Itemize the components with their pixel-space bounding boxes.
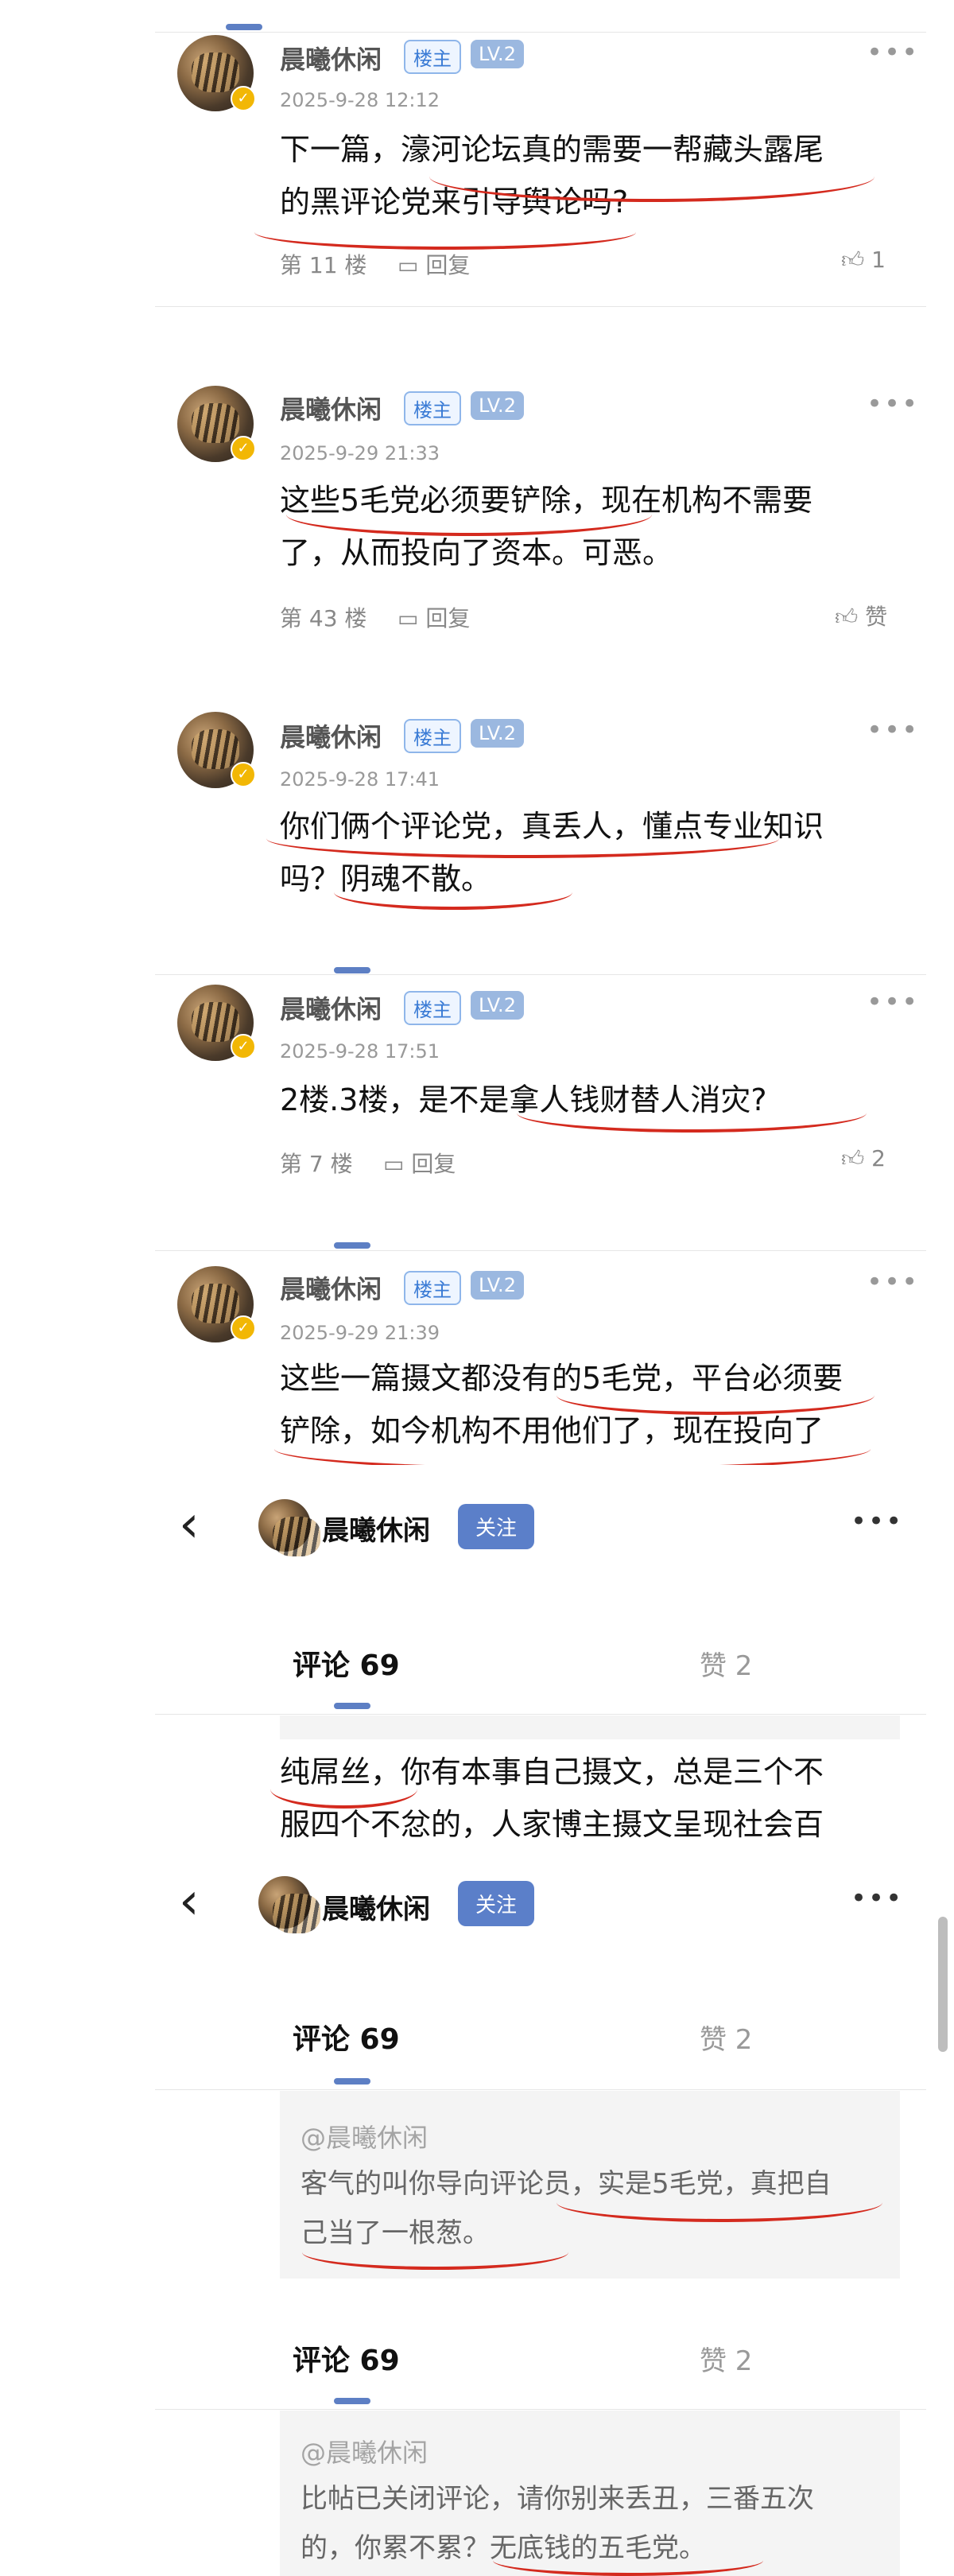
red-underline bbox=[270, 1770, 417, 1809]
thumb-up-icon: 👍︎ bbox=[841, 1145, 865, 1171]
reply-button[interactable]: ▭ 回复 bbox=[398, 601, 470, 633]
verified-badge-icon: ✓ bbox=[231, 1034, 256, 1059]
quote-username[interactable]: @晨曦休闲 bbox=[301, 2433, 428, 2469]
tab-indicator bbox=[334, 1703, 370, 1709]
host-tag: 楼主 bbox=[404, 991, 461, 1025]
red-underline bbox=[286, 493, 652, 536]
reply-button[interactable]: ▭ 回复 bbox=[383, 1147, 456, 1179]
tab-likes[interactable]: 赞 2 bbox=[700, 1644, 752, 1683]
like-button[interactable]: 👍︎ 2 bbox=[841, 1145, 886, 1172]
tab-likes[interactable]: 赞 2 bbox=[700, 2339, 752, 2378]
verified-badge-icon: ✓ bbox=[231, 86, 256, 111]
tab-comments[interactable]: 评论 69 bbox=[293, 2016, 400, 2057]
divider bbox=[155, 32, 926, 33]
verified-badge-icon: ✓ bbox=[231, 1315, 256, 1341]
comment-date: 2025-9-29 21:33 bbox=[280, 442, 440, 464]
red-underline bbox=[302, 2235, 568, 2270]
red-underline bbox=[266, 819, 779, 858]
verified-badge-icon: ✓ bbox=[231, 436, 256, 461]
level-badge: LV.2 bbox=[471, 1271, 524, 1300]
comment-icon: ▭ bbox=[398, 252, 419, 278]
header-username[interactable]: 晨曦休闲 bbox=[322, 1509, 430, 1548]
avatar[interactable] bbox=[258, 1876, 320, 1933]
username[interactable]: 晨曦休闲 bbox=[280, 390, 382, 426]
level-badge: LV.2 bbox=[471, 991, 524, 1020]
divider bbox=[155, 306, 926, 307]
comment-date: 2025-9-28 17:41 bbox=[280, 768, 440, 791]
username[interactable]: 晨曦休闲 bbox=[280, 989, 382, 1026]
red-underline bbox=[493, 2545, 763, 2576]
tab-indicator bbox=[334, 2398, 370, 2404]
more-icon[interactable]: ••• bbox=[867, 37, 919, 68]
more-icon[interactable]: ••• bbox=[851, 1506, 903, 1537]
more-icon[interactable]: ••• bbox=[867, 986, 919, 1018]
follow-button[interactable]: 关注 bbox=[458, 1504, 535, 1549]
tab-comments[interactable]: 评论 69 bbox=[293, 1642, 400, 1684]
divider bbox=[155, 974, 926, 975]
divider bbox=[155, 1250, 926, 1251]
nav-indicator bbox=[334, 1242, 370, 1249]
quote-strip bbox=[280, 1715, 900, 1739]
host-tag: 楼主 bbox=[404, 1271, 461, 1305]
detail-screen-2: ‹ 晨曦休闲 关注 ••• 评论 69 赞 2 @晨曦休闲 客气的叫你导向评论员… bbox=[0, 1865, 954, 2279]
red-underline bbox=[556, 2183, 882, 2222]
comment-card-5: ✓ 晨曦休闲 楼主 LV.2 ••• 2025-9-29 21:39 这些一篇摄… bbox=[0, 1257, 954, 1465]
more-icon[interactable]: ••• bbox=[867, 1266, 919, 1298]
like-button[interactable]: 👍︎ 1 bbox=[841, 247, 886, 274]
comment-date: 2025-9-28 17:51 bbox=[280, 1040, 440, 1063]
quote-username[interactable]: @晨曦休闲 bbox=[301, 2118, 428, 2154]
more-icon[interactable]: ••• bbox=[867, 388, 919, 420]
username[interactable]: 晨曦休闲 bbox=[280, 40, 382, 76]
comment-line: 了，从而投向了资本。可恶。 bbox=[280, 535, 673, 570]
quote-line: 比帖已关闭评论，请你别来丢丑，三番五次 bbox=[301, 2483, 814, 2515]
comment-icon: ▭ bbox=[398, 605, 419, 631]
avatar[interactable] bbox=[258, 1499, 320, 1556]
host-tag: 楼主 bbox=[404, 40, 461, 74]
level-badge: LV.2 bbox=[471, 391, 524, 420]
thumb-up-icon: 👍︎ bbox=[841, 247, 865, 273]
back-icon[interactable]: ‹ bbox=[179, 1499, 200, 1550]
more-icon[interactable]: ••• bbox=[851, 1882, 903, 1914]
red-underline bbox=[274, 1428, 871, 1465]
detail-screen-3: 评论 69 赞 2 @晨曦休闲 比帖已关闭评论，请你别来丢丑，三番五次 的，你累… bbox=[0, 2279, 954, 2576]
comment-icon: ▭ bbox=[383, 1151, 405, 1177]
floor-number: 第 43 楼 bbox=[280, 605, 367, 631]
scrollbar[interactable] bbox=[938, 1917, 948, 2052]
red-underline bbox=[556, 1376, 874, 1415]
tab-comments[interactable]: 评论 69 bbox=[293, 2337, 400, 2379]
level-badge: LV.2 bbox=[471, 40, 524, 68]
more-icon[interactable]: ••• bbox=[867, 714, 919, 746]
reply-button[interactable]: ▭ 回复 bbox=[398, 248, 470, 280]
divider bbox=[155, 2409, 926, 2410]
red-underline bbox=[254, 215, 636, 250]
follow-button[interactable]: 关注 bbox=[458, 1881, 535, 1926]
comment-date: 2025-9-28 12:12 bbox=[280, 89, 440, 111]
nav-indicator bbox=[226, 24, 262, 30]
host-tag: 楼主 bbox=[404, 391, 461, 425]
header-username[interactable]: 晨曦休闲 bbox=[322, 1887, 430, 1926]
floor-number: 第 7 楼 bbox=[280, 1151, 353, 1177]
host-tag: 楼主 bbox=[404, 719, 461, 753]
tab-likes[interactable]: 赞 2 bbox=[700, 2018, 752, 2057]
divider bbox=[155, 1714, 926, 1715]
verified-badge-icon: ✓ bbox=[231, 762, 256, 787]
username[interactable]: 晨曦休闲 bbox=[280, 1269, 382, 1306]
red-underline bbox=[517, 1094, 867, 1133]
level-badge: LV.2 bbox=[471, 719, 524, 748]
nav-indicator bbox=[334, 967, 370, 973]
detail-screen-1: ‹ 晨曦休闲 关注 ••• 评论 69 赞 2 纯屌丝，你有本事自己摄文，总是三… bbox=[0, 1491, 954, 1865]
username[interactable]: 晨曦休闲 bbox=[280, 717, 382, 754]
divider bbox=[155, 2089, 926, 2090]
red-underline bbox=[429, 151, 874, 202]
like-button[interactable]: 👍︎ 赞 bbox=[835, 600, 887, 631]
thumb-up-icon: 👍︎ bbox=[835, 604, 859, 630]
back-icon[interactable]: ‹ bbox=[179, 1876, 200, 1927]
red-underline bbox=[334, 875, 572, 910]
floor-number: 第 11 楼 bbox=[280, 252, 367, 278]
comment-date: 2025-9-29 21:39 bbox=[280, 1322, 440, 1344]
tab-indicator bbox=[334, 2078, 370, 2085]
